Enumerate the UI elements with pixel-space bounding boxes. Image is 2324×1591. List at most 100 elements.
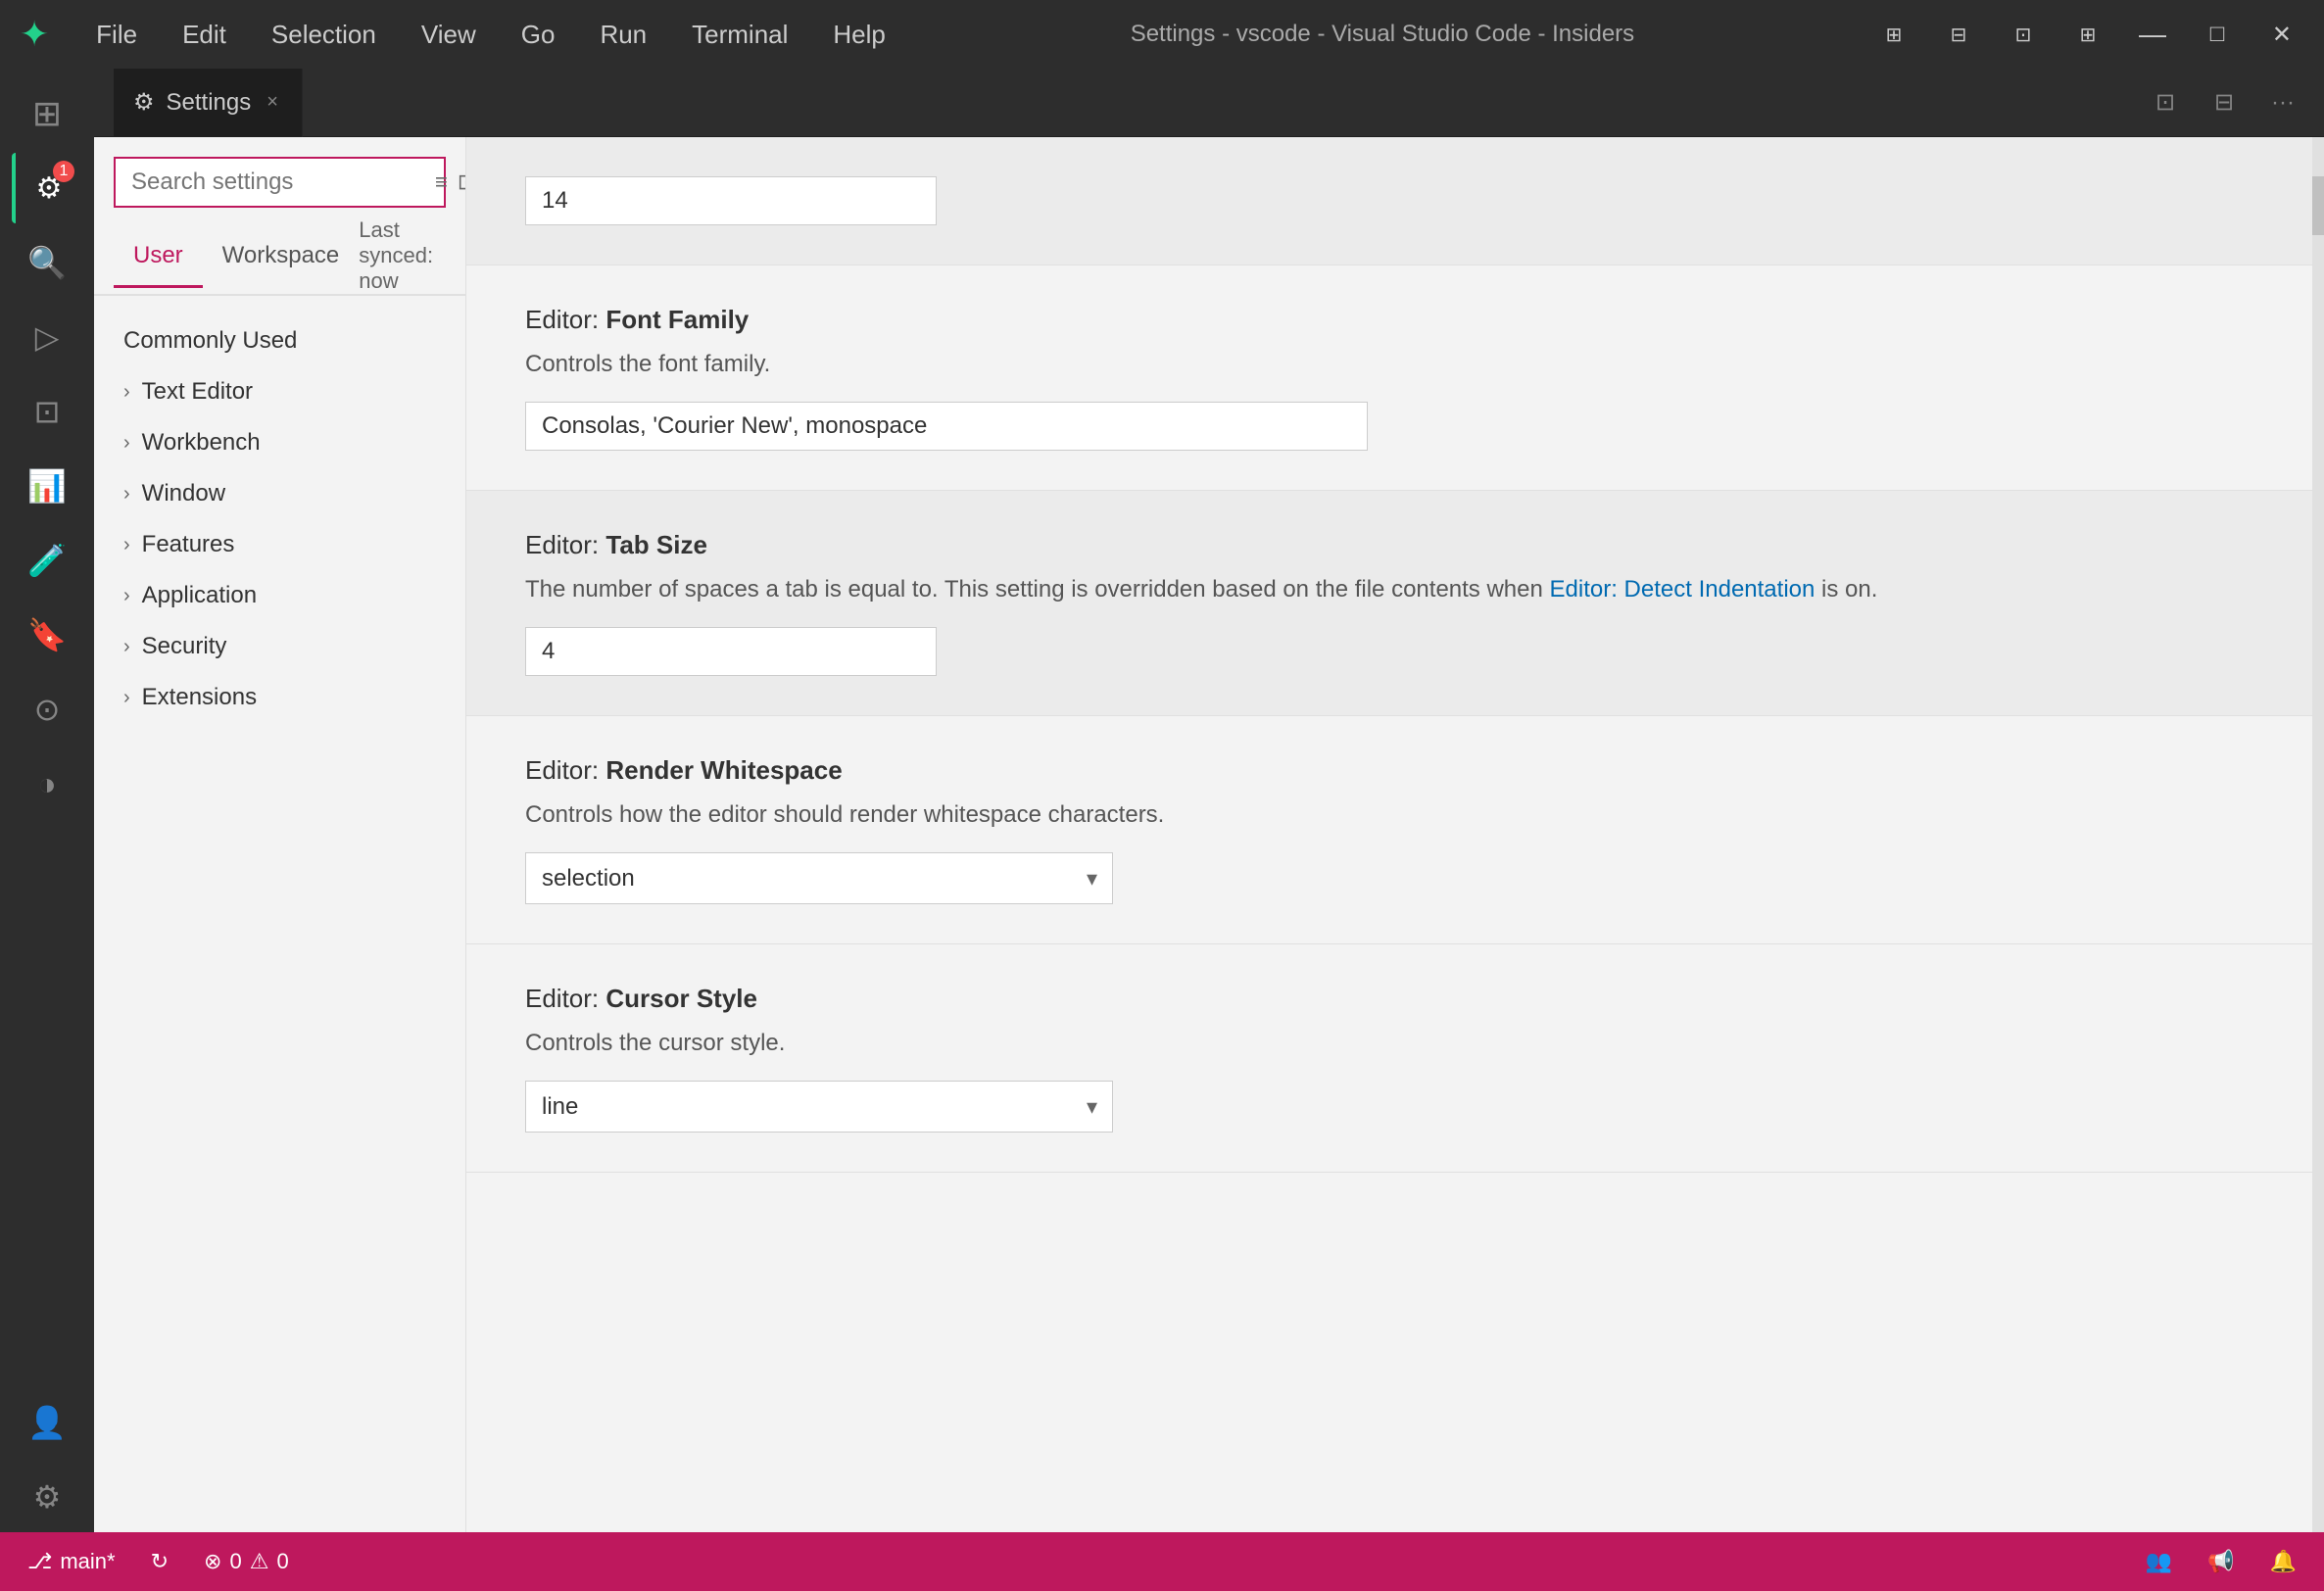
cursor-style-title-bold: Cursor Style (605, 984, 757, 1013)
settings-tab-icon: ⚙ (133, 88, 155, 117)
clear-search-icon[interactable]: ≡ (435, 169, 448, 195)
cursor-style-select[interactable]: line block underline line-thin block-out… (525, 1081, 1113, 1133)
layout-button[interactable]: ⊞ (1871, 12, 1916, 57)
activity-remote[interactable]: 📊 (12, 451, 82, 521)
nav-window-label: Window (142, 480, 225, 507)
chevron-right-icon-2: › (123, 432, 130, 455)
font-family-title-bold: Font Family (605, 305, 749, 334)
titlebar: ✦ File Edit Selection View Go Run Termin… (0, 0, 2324, 69)
font-family-input[interactable] (525, 402, 1368, 451)
chevron-right-icon-3: › (123, 483, 130, 506)
activity-run[interactable]: ▷ (12, 302, 82, 372)
nav-window[interactable]: › Window (94, 468, 465, 519)
open-settings-json-button[interactable]: ⊡ (2144, 81, 2187, 124)
errors-item[interactable]: ⊗ 0 ⚠ 0 (196, 1545, 297, 1578)
chevron-right-icon-7: › (123, 687, 130, 709)
nav-text-editor[interactable]: › Text Editor (94, 366, 465, 417)
main-layout: ⚙ Settings × ⊡ ⊟ ··· ≡ ⊡ (94, 69, 2324, 1532)
search-input-wrapper: ≡ ⊡ (114, 157, 446, 208)
selection-menu[interactable]: Selection (264, 16, 384, 54)
view-menu[interactable]: View (413, 16, 484, 54)
render-whitespace-select[interactable]: selection none boundary trailing all (525, 852, 1113, 904)
search-input[interactable] (131, 169, 435, 196)
customize-layout-button[interactable]: ⊞ (2065, 12, 2110, 57)
content-area: ≡ ⊡ User Workspace Last synced: now Comm… (94, 137, 2324, 1532)
nav-application[interactable]: › Application (94, 570, 465, 621)
nav-workbench[interactable]: › Workbench (94, 417, 465, 468)
render-whitespace-title-bold: Render Whitespace (605, 755, 842, 785)
layout-button-3[interactable]: ⊡ (2001, 12, 2046, 57)
filter-icon[interactable]: ⊡ (458, 169, 466, 195)
split-editor-button[interactable]: ⊟ (2203, 81, 2246, 124)
detect-indentation-link[interactable]: Editor: Detect Indentation (1550, 576, 1816, 603)
help-menu[interactable]: Help (825, 16, 893, 54)
edit-menu[interactable]: Edit (174, 16, 234, 54)
nav-features-label: Features (142, 531, 235, 558)
nav-commonly-used[interactable]: Commonly Used (94, 315, 465, 366)
nav-workbench-label: Workbench (142, 429, 261, 457)
activity-account[interactable]: 👤 (12, 1387, 82, 1458)
cursor-style-title: Editor: Cursor Style (525, 984, 2265, 1014)
activity-settings[interactable]: ⚙ (12, 1462, 82, 1532)
tab-user[interactable]: User (114, 226, 203, 288)
terminal-menu[interactable]: Terminal (684, 16, 796, 54)
layout-button-2[interactable]: ⊟ (1936, 12, 1981, 57)
tab-bar: ⚙ Settings × ⊡ ⊟ ··· (94, 69, 2324, 137)
run-menu[interactable]: Run (592, 16, 654, 54)
nav-features[interactable]: › Features (94, 519, 465, 570)
scrollbar[interactable] (2312, 137, 2324, 1532)
activity-extensions[interactable]: ⊡ (12, 376, 82, 447)
setting-font-family: Editor: Font Family Controls the font fa… (466, 265, 2324, 491)
chevron-right-icon-4: › (123, 534, 130, 556)
window-controls: ⊞ ⊟ ⊡ ⊞ — □ ✕ (1871, 12, 2304, 57)
tab-workspace[interactable]: Workspace (203, 226, 360, 288)
activity-testing[interactable]: 🧪 (12, 525, 82, 596)
live-share-button[interactable]: 👥 (2138, 1545, 2180, 1578)
more-actions-button[interactable]: ··· (2261, 81, 2304, 124)
setting-cursor-style: Editor: Cursor Style Controls the cursor… (466, 944, 2324, 1173)
branch-item[interactable]: ⎇ main* (20, 1545, 123, 1578)
tab-size-title: Editor: Tab Size (525, 530, 2265, 560)
nav-extensions-label: Extensions (142, 684, 257, 711)
notifications-button[interactable]: 🔔 (2262, 1545, 2304, 1578)
file-menu[interactable]: File (88, 16, 145, 54)
window-title: Settings - vscode - Visual Studio Code -… (1131, 21, 1634, 48)
close-button[interactable]: ✕ (2259, 12, 2304, 57)
branch-icon: ⎇ (27, 1549, 52, 1574)
warning-count: 0 (276, 1549, 288, 1574)
cursor-style-select-wrapper: line block underline line-thin block-out… (525, 1081, 1113, 1133)
chevron-right-icon-5: › (123, 585, 130, 607)
activity-bookmarks[interactable]: 🔖 (12, 600, 82, 670)
scrollbar-thumb[interactable] (2312, 176, 2324, 235)
activity-search[interactable]: 🔍 (12, 227, 82, 298)
activity-timeline[interactable]: ◑ (12, 748, 82, 819)
nav-security[interactable]: › Security (94, 621, 465, 672)
cursor-style-desc: Controls the cursor style. (525, 1026, 2265, 1061)
status-right: 👥 📢 🔔 (2138, 1545, 2304, 1578)
maximize-button[interactable]: □ (2195, 12, 2240, 57)
settings-tabs: User Workspace Last synced: now (94, 217, 465, 296)
sidebar: ≡ ⊡ User Workspace Last synced: now Comm… (94, 137, 466, 1532)
activity-source-control[interactable]: ⚙ 1 (12, 153, 82, 223)
activity-explorer[interactable]: ⊞ (12, 78, 82, 149)
go-menu[interactable]: Go (513, 16, 563, 54)
settings-tab-close[interactable]: × (263, 87, 282, 118)
setting-tab-size: Editor: Tab Size The number of spaces a … (466, 491, 2324, 716)
tab-size-input[interactable] (525, 627, 937, 676)
status-left: ⎇ main* ↻ ⊗ 0 ⚠ 0 (20, 1545, 297, 1578)
settings-tab[interactable]: ⚙ Settings × (114, 69, 303, 137)
minimize-button[interactable]: — (2130, 12, 2175, 57)
activity-github[interactable]: ⊙ (12, 674, 82, 745)
nav-extensions[interactable]: › Extensions (94, 672, 465, 723)
nav-security-label: Security (142, 633, 227, 660)
font-family-desc: Controls the font family. (525, 347, 2265, 382)
sync-item[interactable]: ↻ (143, 1545, 176, 1578)
feedback-button[interactable]: 📢 (2200, 1545, 2242, 1578)
settings-tab-label: Settings (167, 89, 252, 117)
warning-icon: ⚠ (250, 1549, 269, 1574)
vscode-logo: ✦ (20, 14, 49, 55)
activity-bar: ⊞ ⚙ 1 🔍 ▷ ⊡ 📊 🧪 🔖 ⊙ ◑ 👤 ⚙ (0, 69, 94, 1532)
font-size-input[interactable] (525, 176, 937, 225)
render-whitespace-select-wrapper: selection none boundary trailing all ▾ (525, 852, 1113, 904)
font-family-title: Editor: Font Family (525, 305, 2265, 335)
